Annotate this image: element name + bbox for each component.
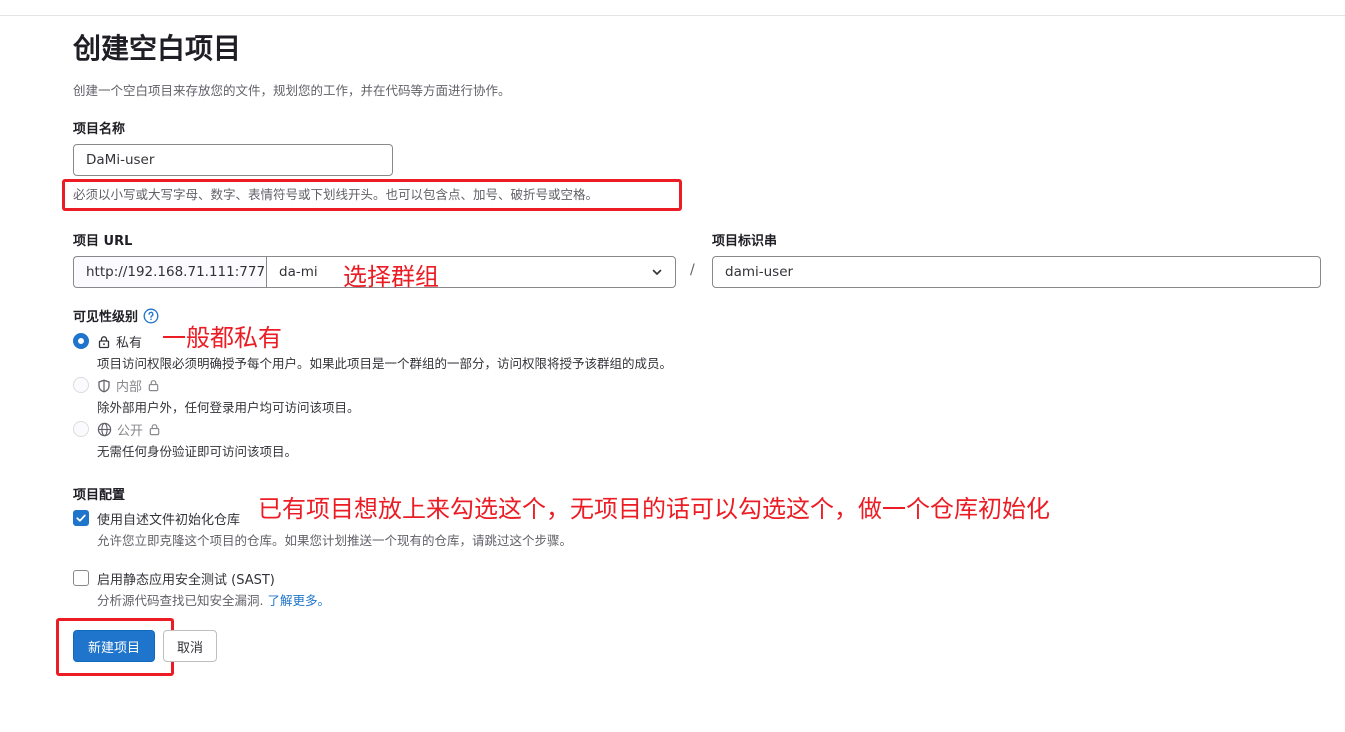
shield-icon [97,379,111,393]
project-url-label: 项目 URL [73,234,133,249]
visibility-private-text: 私有 [116,336,143,351]
readme-label[interactable]: 使用自述文件初始化仓库 [97,509,240,528]
visibility-public-label[interactable]: 公开 [97,420,161,439]
project-name-value: DaMi-user [86,152,155,168]
create-project-button[interactable]: 新建项目 [73,630,155,662]
visibility-public-desc: 无需任何身份验证即可访问该项目。 [97,444,298,459]
visibility-private-label[interactable]: 私有 [97,332,142,351]
question-circle-icon[interactable] [143,308,159,324]
globe-icon [97,422,112,437]
sast-desc: 分析源代码查找已知安全漏洞. [97,593,264,608]
sast-desc-row: 分析源代码查找已知安全漏洞. 了解更多。 [97,590,330,609]
project-url-prefix-text: http://192.168.71.111:7777/ [86,264,279,280]
project-url-prefix: http://192.168.71.111:7777/ [73,256,278,288]
annotation-select-group: 选择群组 [343,263,439,291]
visibility-private-desc: 项目访问权限必须明确授予每个用户。如果此项目是一个群组的一部分，访问权限将授予该… [97,356,673,371]
lock-icon [147,379,160,392]
lock-icon [148,423,161,436]
annotation-private: 一般都私有 [162,324,282,352]
top-divider [0,15,1345,16]
project-name-input[interactable]: DaMi-user [73,144,393,176]
page-title: 创建空白项目 [73,32,242,65]
project-config-label: 项目配置 [73,488,126,503]
visibility-internal-desc: 除外部用户外，任何登录用户均可访问该项目。 [97,400,360,415]
namespace-value: da-mi [279,264,318,280]
namespace-select[interactable]: da-mi [266,256,676,288]
url-separator: / [690,262,695,278]
project-slug-value: dami-user [725,264,794,280]
visibility-internal-text: 内部 [116,380,143,395]
readme-checkbox[interactable] [73,510,89,526]
visibility-public-radio[interactable] [73,421,89,437]
project-slug-label: 项目标识串 [712,234,778,249]
visibility-internal-radio[interactable] [73,377,89,393]
learn-more-link[interactable]: 了解更多。 [267,593,330,608]
chevron-down-icon [651,266,663,278]
visibility-private-radio[interactable] [73,333,89,349]
project-name-label: 项目名称 [73,122,126,137]
check-icon [75,512,87,524]
annotation-readme: 已有项目想放上来勾选这个，无项目的话可以勾选这个，做一个仓库初始化 [258,495,1050,523]
project-slug-input[interactable]: dami-user [712,256,1321,288]
project-name-help: 必须以小写或大写字母、数字、表情符号或下划线开头。也可以包含点、加号、破折号或空… [73,187,599,202]
visibility-label-row: 可见性级别 [73,306,159,325]
visibility-public-text: 公开 [117,424,144,439]
page-description: 创建一个空白项目来存放您的文件，规划您的工作，并在代码等方面进行协作。 [73,83,511,98]
cancel-button[interactable]: 取消 [163,630,217,662]
lock-icon [97,335,111,349]
sast-label[interactable]: 启用静态应用安全测试 (SAST) [97,569,275,588]
visibility-internal-label[interactable]: 内部 [97,376,160,395]
sast-checkbox[interactable] [73,570,89,586]
readme-desc: 允许您立即克隆这个项目的仓库。如果您计划推送一个现有的仓库，请跳过这个步骤。 [97,533,573,548]
visibility-label: 可见性级别 [73,310,139,325]
